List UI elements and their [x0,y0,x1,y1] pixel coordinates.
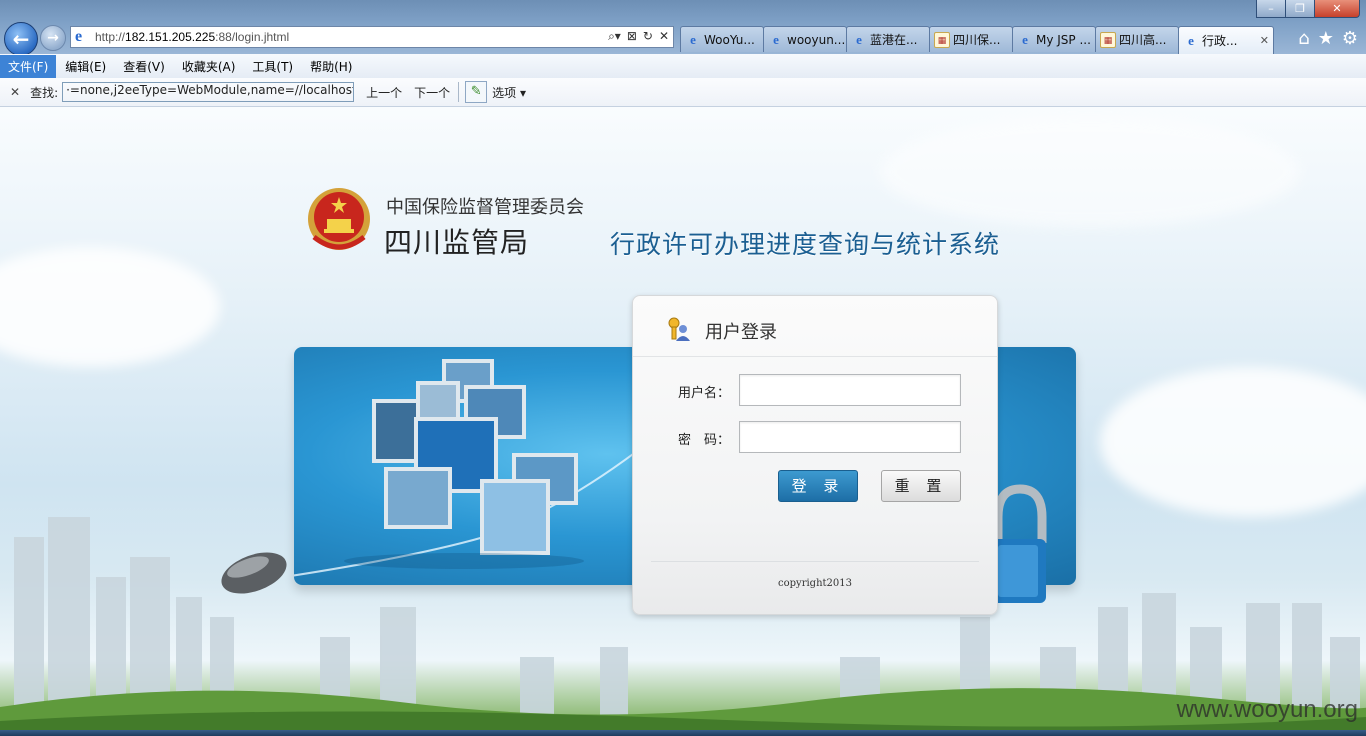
address-bar[interactable]: e http://182.151.205.225:88/login.jhtml … [70,26,674,48]
cloud-decoration [880,117,1300,227]
tab-label: 四川高... [1119,33,1167,47]
browser-tab[interactable]: ▦ 四川高... [1095,26,1179,52]
tab-label: My JSP ... [1036,32,1091,47]
divider [651,561,979,562]
window-controls: – ❐ ✕ [1256,0,1360,18]
forward-button[interactable]: → [40,25,66,51]
browser-titlebar: – ❐ ✕ ← → e http://182.151.205.225:88/lo… [0,0,1366,56]
find-bar: ✕ 查找: ·=none,j2eeType=WebModule,name=//l… [0,78,1366,107]
browser-tab[interactable]: e wooyun... [763,26,847,52]
bureau-name: 四川监管局 [384,226,530,259]
login-title: 用户登录 [705,322,777,343]
reset-button[interactable]: 重 置 [881,470,961,502]
menu-item[interactable]: 帮助(H) [302,55,360,78]
page-icon: ▦ [934,31,950,48]
page-icon: ▦ [1100,31,1116,48]
ie-icon: e [773,31,779,47]
tab-label: wooyun... [787,32,846,47]
divider [458,82,460,102]
padlock-image [990,484,1047,603]
find-label: 查找: [30,85,59,100]
user-key-icon [668,317,690,341]
ie-icon: e [1188,32,1194,48]
browser-tab[interactable]: ▦ 四川保... [929,26,1013,52]
minimize-button[interactable]: – [1256,0,1286,18]
cloud-decoration [0,247,220,367]
tab-close-icon[interactable]: ✕ [1260,34,1269,47]
password-label: 密 码： [678,433,731,448]
ie-icon: e [1022,31,1028,47]
tab-label: 行政... [1202,34,1238,48]
taskbar [0,730,1366,736]
login-page: 中国保险监督管理委员会 四川监管局 行政许可办理进度查询与统计系统 用户登录 用… [0,107,1366,736]
browser-tab[interactable]: e 行政... ✕ [1178,26,1274,54]
login-button[interactable]: 登 录 [778,470,858,502]
menu-item[interactable]: 文件(F) [0,54,57,78]
ie-page-icon: e [75,28,83,45]
gear-icon[interactable]: ⚙ [1342,28,1358,49]
favorites-star-icon[interactable]: ★ [1318,28,1334,49]
find-next-button[interactable]: 下一个 [414,84,450,101]
tab-strip: e WooYu... e wooyun... e 蓝港在... ▦ 四川保... e My JSP… [680,26,1274,54]
menu-item[interactable]: 收藏夹(A) [174,55,244,78]
ie-icon: e [856,31,862,47]
maximize-button[interactable]: ❐ [1285,0,1315,18]
find-prev-button[interactable]: 上一个 [366,84,402,101]
org-name: 中国保险监督管理委员会 [386,197,584,218]
compatibility-view-icon[interactable]: ⊠ [627,29,637,44]
username-label: 用户名： [678,386,731,401]
find-options-button[interactable]: 选项 ▾ [492,84,526,101]
national-emblem-icon [308,188,370,250]
back-button[interactable]: ← [4,22,38,56]
mouse-image [221,552,287,594]
toolbar-right: ⌂ ★ ⚙ [1298,28,1358,49]
home-icon[interactable]: ⌂ [1298,28,1309,49]
browser-tab[interactable]: e 蓝港在... [846,26,930,52]
address-url[interactable]: http://182.151.205.225:88/login.jhtml [95,30,289,44]
password-input[interactable] [739,421,961,453]
close-window-button[interactable]: ✕ [1314,0,1360,18]
menu-item[interactable]: 查看(V) [115,55,173,78]
ie-icon: e [690,31,696,47]
search-dropdown-icon[interactable]: ⌕▾ [608,29,621,44]
watermark: www.wooyun.org [1176,696,1358,723]
highlight-icon[interactable]: ✎ [465,81,488,103]
menu-item[interactable]: 工具(T) [244,55,301,78]
browser-tab[interactable]: e My JSP ... [1012,26,1096,52]
login-panel: 用户登录 用户名： 密 码： 登 录 重 置 copyright2013 [632,295,998,615]
menu-bar: 文件(F) 编辑(E) 查看(V) 收藏夹(A) 工具(T) 帮助(H) [0,54,1366,79]
cloud-decoration [1100,367,1366,517]
login-header: 用户登录 [633,296,997,357]
username-input[interactable] [739,374,961,406]
tab-label: 蓝港在... [870,33,918,47]
find-input[interactable]: ·=none,j2eeType=WebModule,name=//localho… [62,82,355,102]
stop-icon[interactable]: ✕ [659,29,669,44]
tab-label: 四川保... [953,33,1001,47]
system-title: 行政许可办理进度查询与统计系统 [610,230,1001,259]
menu-item[interactable]: 编辑(E) [57,55,114,78]
find-close-icon[interactable]: ✕ [10,85,20,99]
tab-label: WooYu... [704,32,755,47]
browser-tab[interactable]: e WooYu... [680,26,764,52]
copyright-text: copyright2013 [778,578,852,589]
refresh-icon[interactable]: ↻ [643,29,653,44]
